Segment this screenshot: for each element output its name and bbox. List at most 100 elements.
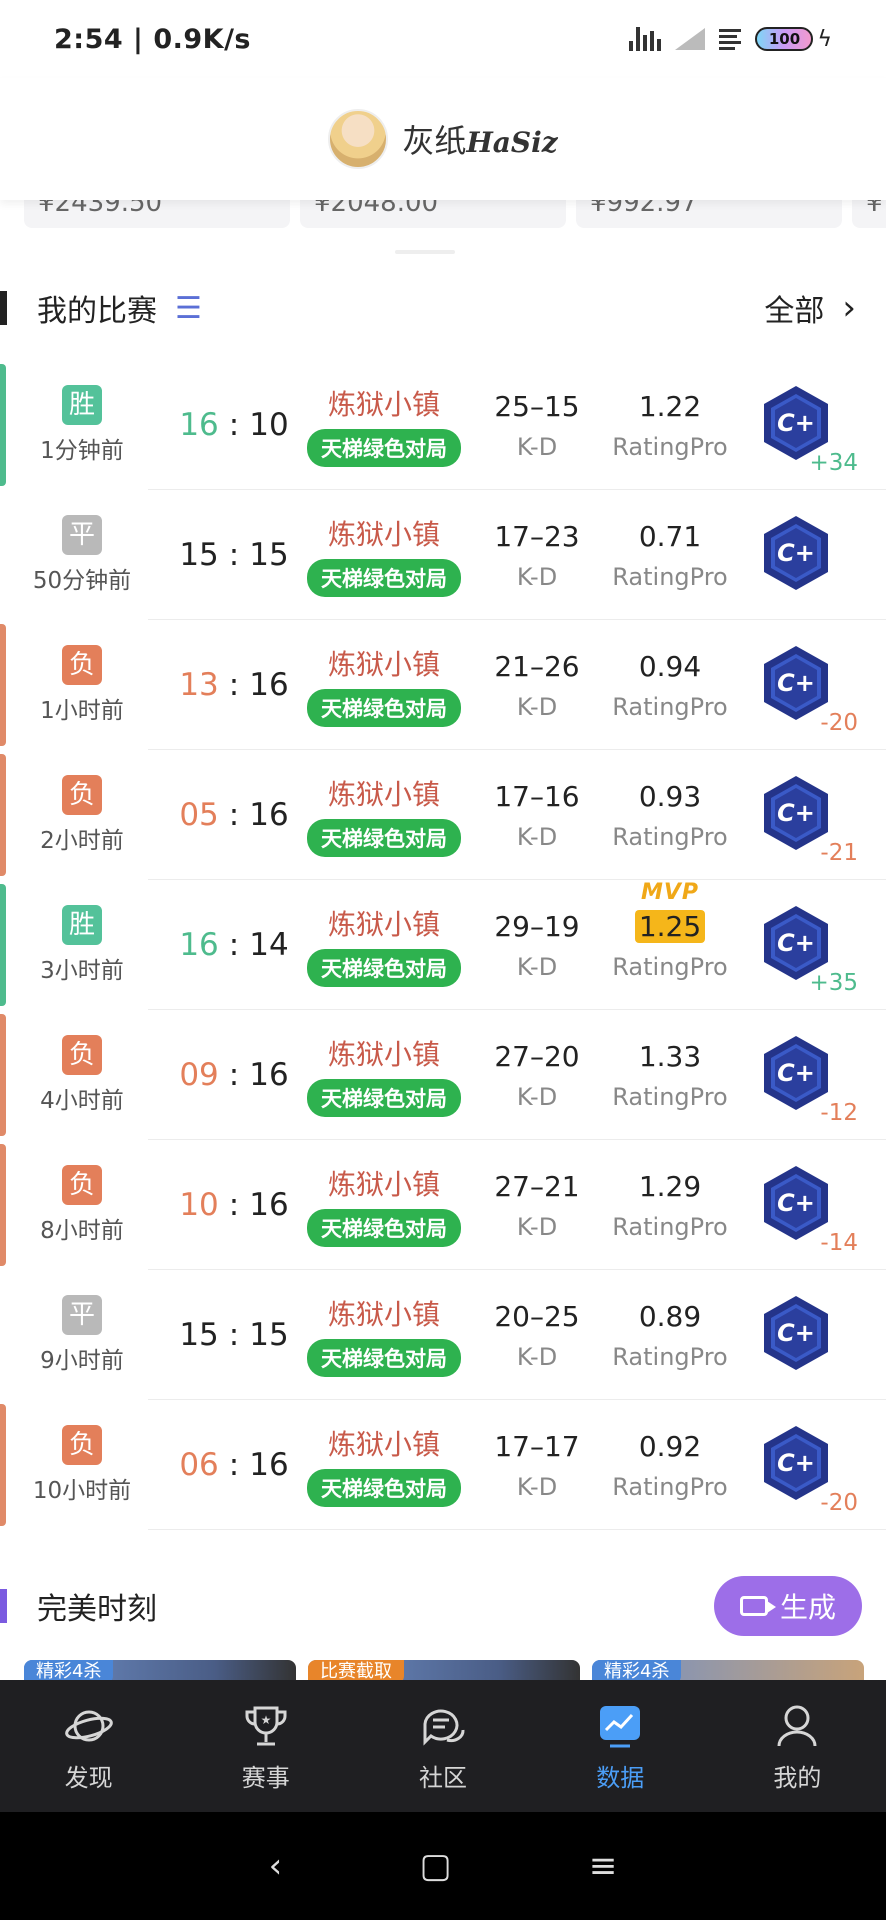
match-score: 10:16 bbox=[164, 1187, 304, 1223]
all-label: 全部 bbox=[764, 294, 825, 329]
map-column: 炼狱小镇 天梯绿色对局 bbox=[304, 1033, 464, 1117]
rank-column: C+ -20 bbox=[730, 1400, 876, 1530]
rating-column: MVP 1.25 RatingPro bbox=[610, 880, 730, 981]
nav-data[interactable]: 数据 bbox=[532, 1680, 709, 1812]
kd-column: 27–21 K-D bbox=[464, 1170, 610, 1241]
nav-community[interactable]: 社区 bbox=[354, 1680, 531, 1812]
kd-value: 20–25 bbox=[494, 1299, 580, 1333]
map-name: 炼狱小镇 bbox=[327, 1168, 440, 1201]
score-separator: : bbox=[228, 927, 240, 963]
svg-text:C+: C+ bbox=[777, 409, 815, 437]
kd-value: 17–16 bbox=[494, 779, 580, 813]
rating-label: RatingPro bbox=[612, 432, 728, 461]
nav-label: 社区 bbox=[419, 1763, 467, 1792]
rank-column: C+ +34 bbox=[730, 360, 876, 490]
generate-button[interactable]: 生成 bbox=[713, 1576, 862, 1636]
kd-value: 27–20 bbox=[494, 1039, 580, 1073]
rating-column: 0.89 RatingPro bbox=[610, 1300, 730, 1371]
rating-column: 0.94 RatingPro bbox=[610, 650, 730, 721]
result-column: 负 1小时前 bbox=[0, 645, 164, 725]
score-own: 16 bbox=[179, 927, 219, 963]
kd-column: 25–15 K-D bbox=[464, 390, 610, 461]
match-time: 50分钟前 bbox=[32, 568, 132, 594]
menu-icon[interactable]: ≡ bbox=[589, 1846, 618, 1886]
map-name: 炼狱小镇 bbox=[327, 648, 440, 681]
chat-bubbles-icon bbox=[417, 1700, 469, 1752]
nav-discover[interactable]: 发现 bbox=[0, 1680, 177, 1812]
rating-value: 0.94 bbox=[638, 649, 702, 683]
result-accent bbox=[0, 494, 6, 616]
nav-label: 数据 bbox=[596, 1763, 645, 1792]
rating-value: 0.71 bbox=[638, 519, 702, 553]
match-time: 9小时前 bbox=[40, 1348, 124, 1374]
username: 灰纸HaSiz bbox=[402, 116, 557, 162]
match-time: 1小时前 bbox=[40, 698, 124, 724]
scroll-indicator bbox=[395, 250, 455, 254]
map-column: 炼狱小镇 天梯绿色对局 bbox=[304, 1293, 464, 1377]
cell-signal-icon bbox=[675, 28, 706, 50]
rank-column: C+ -20 bbox=[730, 620, 876, 750]
filter-icon[interactable]: ☰ bbox=[175, 291, 202, 326]
video-camera-icon bbox=[739, 1596, 776, 1616]
match-row[interactable]: 平 9小时前 15:15 炼狱小镇 天梯绿色对局 20–25 K-D 0.89 RatingPr… bbox=[0, 1270, 886, 1400]
nav-events[interactable]: ★ 赛事 bbox=[177, 1680, 354, 1812]
mode-tag: 天梯绿色对局 bbox=[307, 1079, 461, 1117]
match-row[interactable]: 负 4小时前 09:16 炼狱小镇 天梯绿色对局 27–20 K-D 1.33 RatingPr… bbox=[0, 1010, 886, 1140]
map-column: 炼狱小镇天梯绿色对局 bbox=[304, 383, 464, 467]
kd-value: 29–19 bbox=[494, 909, 580, 943]
rank-column: C+ +35 bbox=[730, 880, 876, 1010]
username-en: HaSiz bbox=[466, 126, 558, 159]
kd-value: 21–26 bbox=[494, 649, 580, 683]
match-row[interactable]: 负 2小时前 05:16 炼狱小镇 天梯绿色对局 17–16 K-D 0.93 RatingPr… bbox=[0, 750, 886, 880]
nav-me[interactable]: 我的 bbox=[709, 1680, 886, 1812]
score-own: 16 bbox=[179, 407, 219, 443]
rating-value: 0.93 bbox=[638, 779, 702, 813]
match-score: 05:16 bbox=[164, 797, 304, 833]
rank-column: C+ bbox=[730, 490, 876, 620]
match-row[interactable]: 负 8小时前 10:16 炼狱小镇 天梯绿色对局 27–21 K-D 1.29 RatingPr… bbox=[0, 1140, 886, 1270]
back-icon[interactable]: ‹ bbox=[269, 1846, 283, 1886]
kd-label: K-D bbox=[516, 692, 558, 721]
match-score: 15:15 bbox=[164, 1317, 304, 1353]
kd-label: K-D bbox=[516, 562, 558, 591]
result-column: 平 50分钟前 bbox=[0, 515, 164, 595]
rank-delta: -20 bbox=[820, 1490, 858, 1516]
avatar[interactable] bbox=[328, 109, 389, 169]
match-time: 8小时前 bbox=[40, 1218, 124, 1244]
match-row[interactable]: 负 10小时前 06:16 炼狱小镇 天梯绿色对局 17–17 K-D 0.92 RatingP… bbox=[0, 1400, 886, 1530]
score-separator: : bbox=[228, 1187, 240, 1223]
wifi-icon bbox=[719, 28, 742, 50]
rating-label: RatingPro bbox=[612, 1212, 728, 1241]
match-row[interactable]: 平 50分钟前 15:15 炼狱小镇 天梯绿色对局 17–23 K-D 0.71 RatingP… bbox=[0, 490, 886, 620]
map-name: 炼狱小镇 bbox=[327, 388, 440, 421]
battery-icon: 100 ϟ bbox=[755, 27, 832, 52]
result-column: 胜 1分钟前 bbox=[0, 385, 164, 465]
match-time: 4小时前 bbox=[40, 1088, 124, 1114]
score-own: 13 bbox=[179, 667, 219, 703]
moment-thumbnail[interactable]: 比赛截取 bbox=[308, 1660, 580, 1680]
home-icon[interactable]: ▢ bbox=[419, 1846, 451, 1886]
svg-text:C+: C+ bbox=[777, 1059, 815, 1087]
match-list: 胜 1分钟前 16:10 炼狱小镇 天梯绿色对局 25–15 K-D 1.22 RatingPr… bbox=[0, 360, 886, 1530]
trophy-icon: ★ bbox=[240, 1700, 292, 1752]
kd-label: K-D bbox=[516, 432, 558, 461]
mode-tag: 天梯绿色对局 bbox=[307, 429, 461, 467]
mode-tag: 天梯绿色对局 bbox=[307, 689, 461, 727]
profile-icon bbox=[771, 1700, 823, 1752]
kd-value: 17–23 bbox=[494, 519, 580, 553]
score-own: 10 bbox=[179, 1187, 219, 1223]
kd-label: K-D bbox=[516, 822, 558, 851]
all-matches-link[interactable]: 全部 › bbox=[764, 286, 856, 330]
match-row[interactable]: 胜 1分钟前 16:10 炼狱小镇 天梯绿色对局 25–15 K-D 1.22 RatingPr… bbox=[0, 360, 886, 490]
match-score: 15:15 bbox=[164, 537, 304, 573]
result-column: 胜 3小时前 bbox=[0, 905, 164, 985]
match-row[interactable]: 胜 3小时前 16:14 炼狱小镇 天梯绿色对局 29–19 K-D MVP 1.25 Ratin… bbox=[0, 880, 886, 1010]
svg-text:C+: C+ bbox=[777, 1449, 815, 1477]
moment-thumbnail[interactable]: 精彩4杀 bbox=[592, 1660, 864, 1680]
match-row[interactable]: 负 1小时前 13:16 炼狱小镇 天梯绿色对局 21–26 K-D 0.94 RatingPr… bbox=[0, 620, 886, 750]
map-name: 炼狱小镇 bbox=[327, 1428, 440, 1461]
score-separator: : bbox=[228, 797, 240, 833]
bottom-nav: 发现 ★ 赛事 社区 数据 我的 bbox=[0, 1680, 886, 1812]
rating-value: 1.29 bbox=[638, 1169, 702, 1203]
moment-thumbnail[interactable]: 精彩4杀 bbox=[24, 1660, 296, 1680]
